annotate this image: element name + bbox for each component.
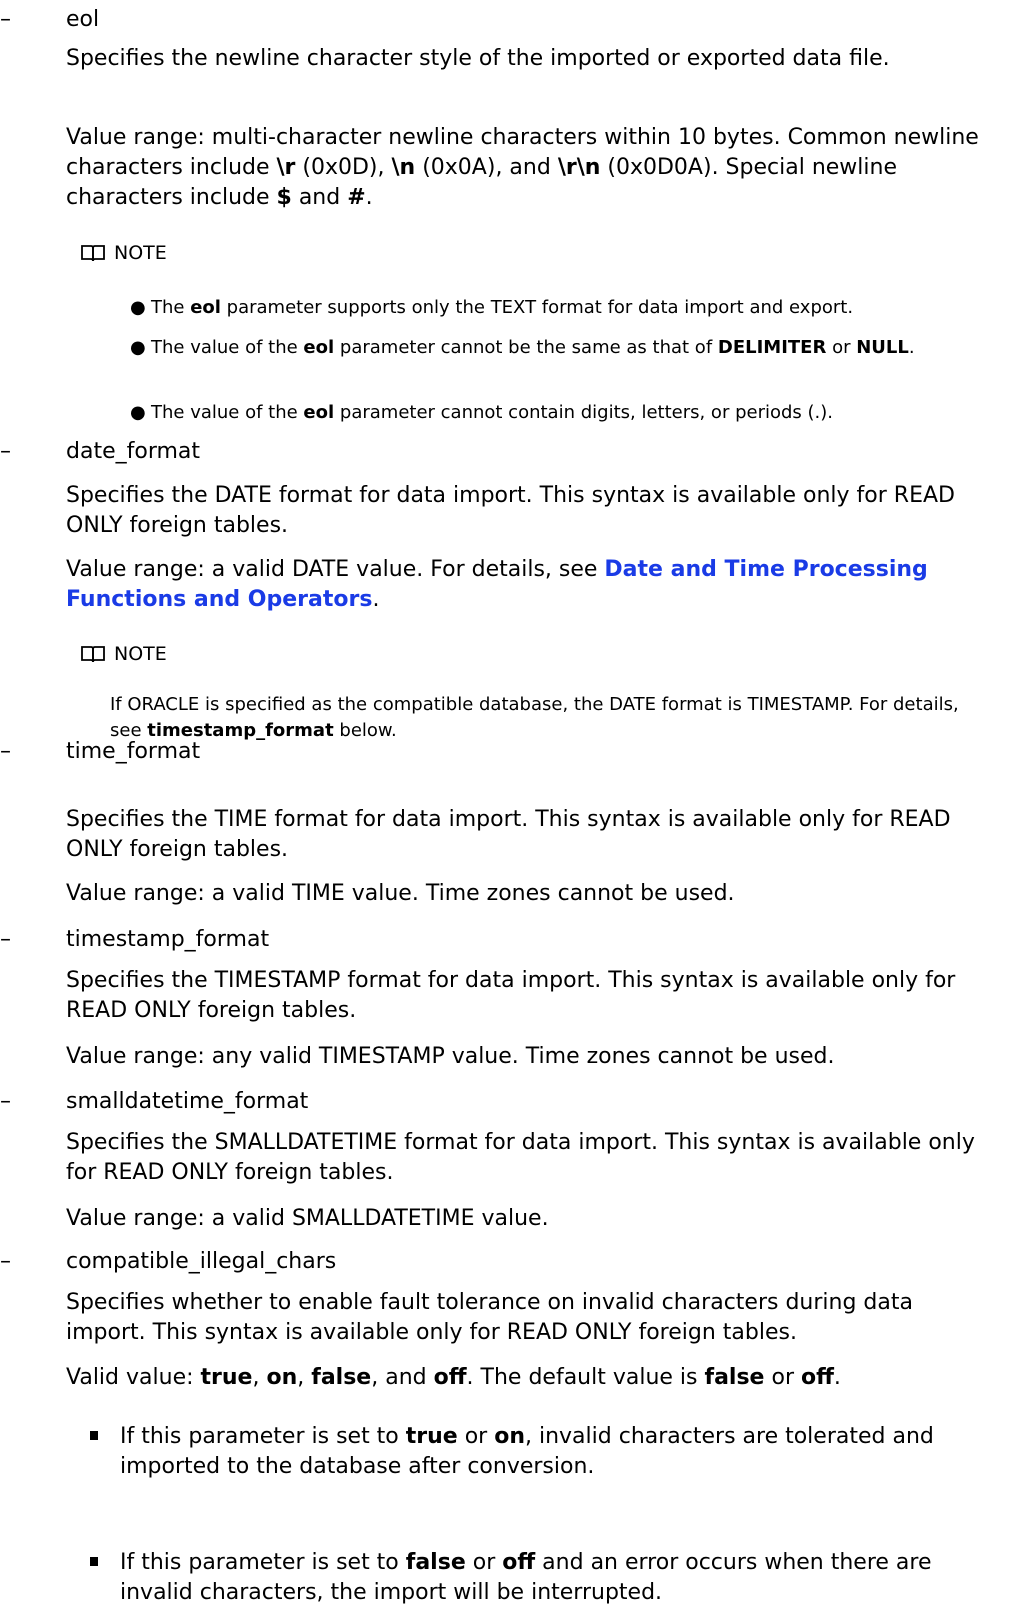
- dash-bullet: –: [0, 7, 11, 32]
- note-heading: NOTE: [80, 641, 167, 667]
- smalldatetime-format-description: Specifies the SMALLDATETIME format for d…: [66, 1130, 975, 1185]
- param-name: timestamp_format: [66, 927, 270, 952]
- book-icon: [81, 245, 105, 262]
- dash-bullet: –: [0, 739, 11, 764]
- time-format-value-range: Value range: a valid TIME value. Time zo…: [66, 881, 735, 906]
- list-item: ● The value of the eol parameter cannot c…: [130, 402, 833, 423]
- dash-bullet: –: [0, 1089, 11, 1114]
- date-format-value-range: Value range: a valid DATE value. For det…: [66, 557, 928, 612]
- note-label: NOTE: [114, 242, 167, 264]
- note-heading: NOTE: [80, 240, 167, 266]
- time-format-description: Specifies the TIME format for data impor…: [66, 807, 951, 862]
- param-name: time_format: [66, 739, 201, 764]
- timestamp-format-value-range: Value range: any valid TIMESTAMP value. …: [66, 1044, 835, 1069]
- eol-note-list: ● The eol parameter supports only the TEX…: [130, 295, 990, 321]
- document-page: – eol Specifies the newline character st…: [0, 0, 1022, 1624]
- note-label: NOTE: [114, 643, 167, 665]
- compatible-illegal-chars-list: If this parameter is set to true or on, …: [90, 1422, 990, 1482]
- eol-value-range: Value range: multi-character newline cha…: [66, 125, 979, 210]
- param-name: eol: [66, 7, 100, 32]
- param-name: smalldatetime_format: [66, 1089, 309, 1114]
- compatible-illegal-chars-description: Specifies whether to enable fault tolera…: [66, 1290, 913, 1345]
- list-item: ● The eol parameter supports only the TEX…: [130, 297, 854, 318]
- eol-description: Specifies the newline character style of…: [66, 46, 890, 71]
- param-name: date_format: [66, 439, 201, 464]
- dash-bullet: –: [0, 439, 11, 464]
- book-icon: [81, 646, 105, 663]
- list-item: ● The value of the eol parameter cannot b…: [130, 337, 915, 358]
- eol-note-list: ● The value of the eol parameter cannot b…: [130, 335, 990, 361]
- eol-note-list: ● The value of the eol parameter cannot c…: [130, 400, 990, 426]
- dash-bullet: –: [0, 927, 11, 952]
- list-item: If this parameter is set to false or off…: [90, 1548, 990, 1608]
- date-format-note: If ORACLE is specified as the compatible…: [110, 694, 959, 741]
- timestamp-format-description: Specifies the TIMESTAMP format for data …: [66, 968, 956, 1023]
- dash-bullet: –: [0, 1249, 11, 1274]
- list-item: If this parameter is set to true or on, …: [90, 1422, 990, 1482]
- date-format-description: Specifies the DATE format for data impor…: [66, 483, 955, 538]
- square-bullet-icon: [90, 1557, 98, 1566]
- smalldatetime-format-value-range: Value range: a valid SMALLDATETIME value…: [66, 1206, 549, 1231]
- param-name: compatible_illegal_chars: [66, 1249, 337, 1274]
- compatible-illegal-chars-valid-values: Valid value: true, on, false, and off. T…: [66, 1365, 841, 1390]
- compatible-illegal-chars-list: If this parameter is set to false or off…: [90, 1548, 990, 1608]
- square-bullet-icon: [90, 1431, 98, 1440]
